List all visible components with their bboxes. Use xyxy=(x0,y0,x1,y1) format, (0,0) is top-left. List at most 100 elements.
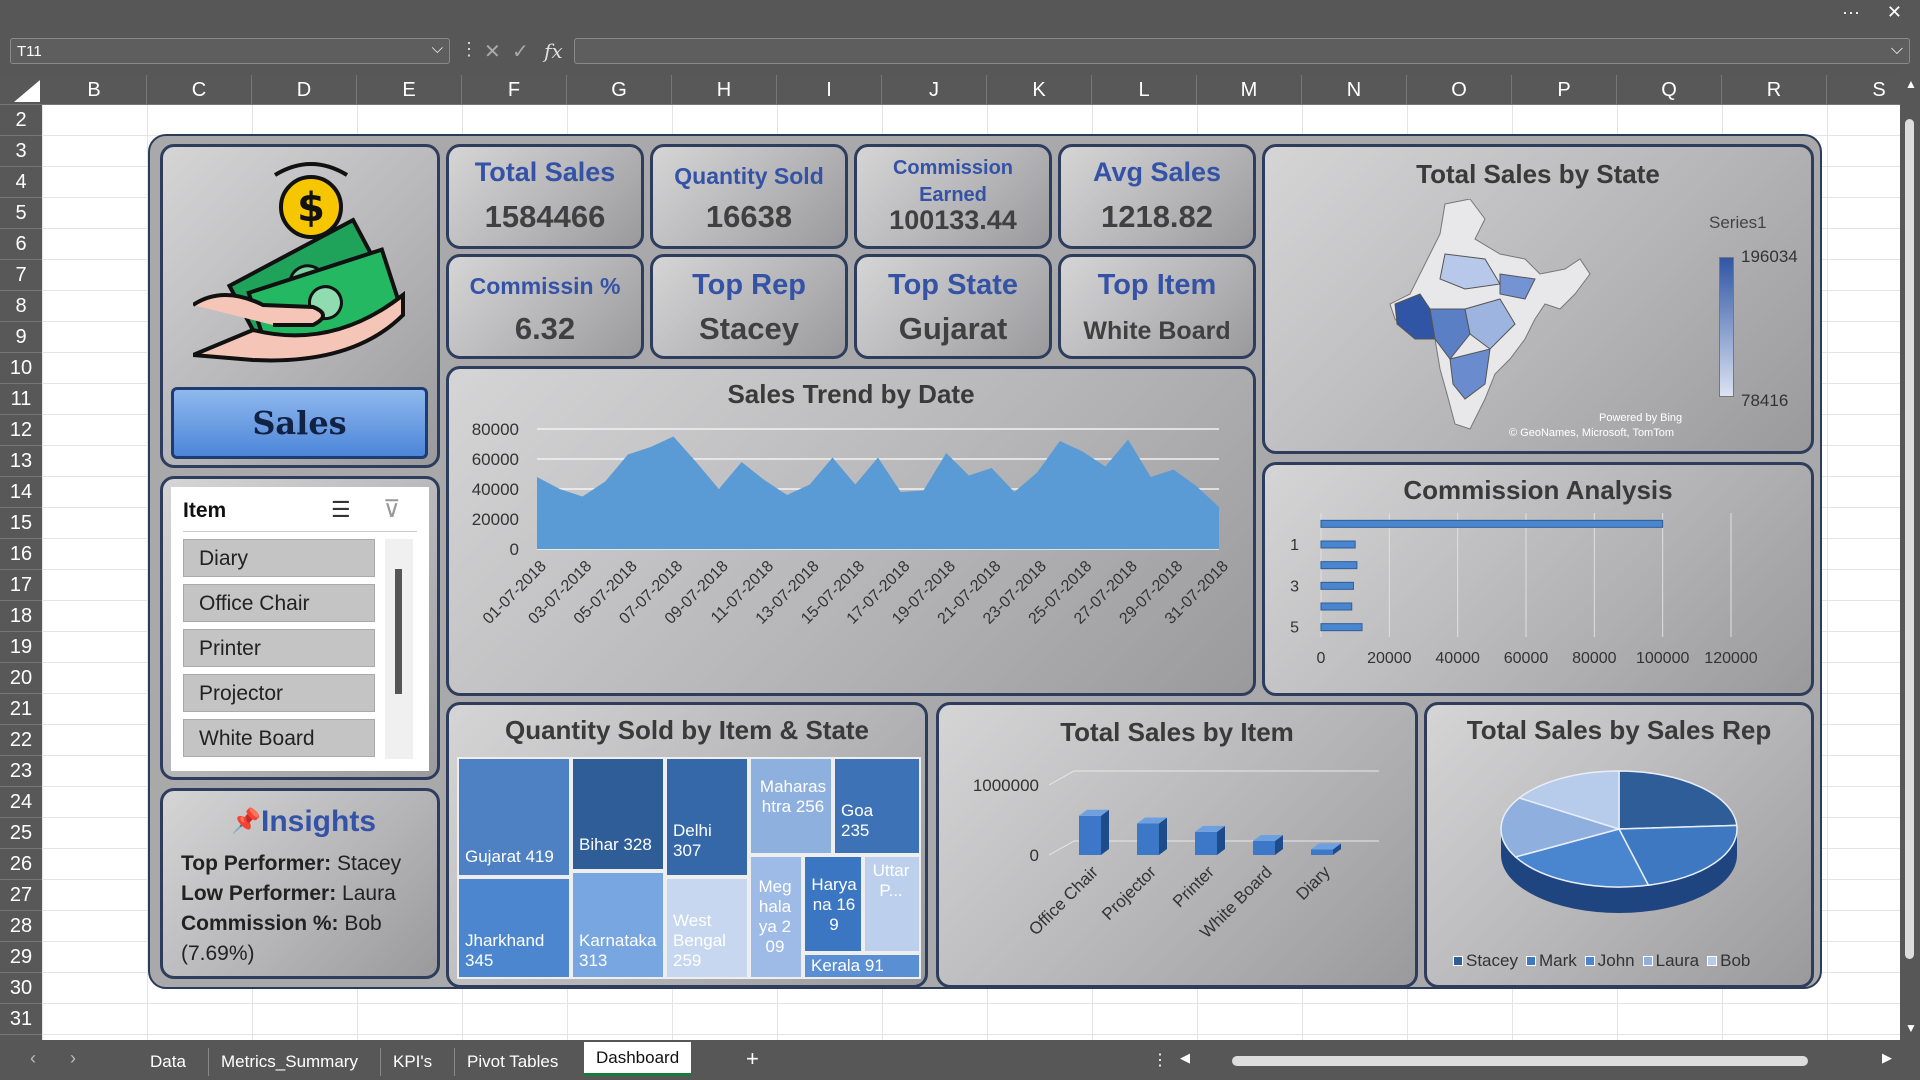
row-header[interactable]: 20 xyxy=(0,663,42,694)
pie-legend: Stacey Mark John Laura Bob xyxy=(1453,951,1793,971)
scroll-down-icon[interactable]: ▼ xyxy=(1905,1021,1917,1035)
slicer-item-projector[interactable]: Projector xyxy=(183,674,375,712)
prev-sheet-icon[interactable]: ‹ xyxy=(30,1048,36,1069)
tab-dashboard[interactable]: Dashboard xyxy=(584,1042,692,1076)
tab-kpis[interactable]: KPI's xyxy=(380,1048,444,1076)
row-header[interactable]: 11 xyxy=(0,384,42,415)
slicer-item-office-chair[interactable]: Office Chair xyxy=(183,584,375,622)
multi-select-icon[interactable]: ☰ xyxy=(331,497,351,523)
tab-data[interactable]: Data xyxy=(138,1048,198,1076)
add-sheet-icon[interactable]: + xyxy=(746,1046,759,1072)
legend-item: Mark xyxy=(1525,951,1577,970)
column-header[interactable]: B xyxy=(42,75,147,105)
row-header[interactable]: 14 xyxy=(0,477,42,508)
column-header[interactable]: E xyxy=(357,75,462,105)
column-header[interactable]: I xyxy=(777,75,882,105)
slicer-item-printer[interactable]: Printer xyxy=(183,629,375,667)
column-header[interactable]: G xyxy=(567,75,672,105)
cancel-icon[interactable]: ✕ xyxy=(484,39,501,64)
row-header[interactable]: 23 xyxy=(0,756,42,787)
column-header[interactable]: P xyxy=(1512,75,1617,105)
column-header[interactable]: M xyxy=(1197,75,1302,105)
row-header[interactable]: 24 xyxy=(0,787,42,818)
tab-metrics-summary[interactable]: Metrics_Summary xyxy=(208,1048,370,1076)
state-map-chart[interactable]: Total Sales by State Series1 196034 7841… xyxy=(1262,144,1814,454)
row-header[interactable]: 10 xyxy=(0,353,42,384)
row-header[interactable]: 8 xyxy=(0,291,42,322)
kebab-icon[interactable]: ⋮ xyxy=(1152,1050,1168,1070)
row-header[interactable]: 18 xyxy=(0,601,42,632)
chevron-down-icon[interactable]: ⌵ xyxy=(432,40,443,57)
row-header[interactable]: 2 xyxy=(0,105,42,136)
slicer-scrollbar[interactable] xyxy=(385,539,413,759)
column-header[interactable]: D xyxy=(252,75,357,105)
row-header[interactable]: 31 xyxy=(0,1004,42,1035)
column-header[interactable]: J xyxy=(882,75,987,105)
scroll-left-icon[interactable]: ◀ xyxy=(1180,1050,1190,1066)
tab-pivot-tables[interactable]: Pivot Tables xyxy=(454,1048,570,1076)
row-header[interactable]: 4 xyxy=(0,167,42,198)
more-icon[interactable]: ··· xyxy=(1842,2,1860,23)
scroll-up-icon[interactable]: ▲ xyxy=(1905,77,1917,91)
next-sheet-icon[interactable]: › xyxy=(70,1048,76,1069)
row-header[interactable]: 17 xyxy=(0,570,42,601)
vertical-scrollbar[interactable]: ▲ ▼ xyxy=(1900,75,1920,1040)
row-header[interactable]: 12 xyxy=(0,415,42,446)
treemap-area: Gujarat 419 Bihar 328 Delhi 307 Maharash… xyxy=(457,757,921,979)
vertical-scroll-thumb[interactable] xyxy=(1905,119,1914,959)
treemap-chart[interactable]: Quantity Sold by Item & State Gujarat 41… xyxy=(446,702,928,988)
column-header[interactable]: N xyxy=(1302,75,1407,105)
select-all-corner[interactable] xyxy=(14,80,40,102)
horizontal-scroll-thumb[interactable] xyxy=(1232,1056,1808,1066)
column-header[interactable]: C xyxy=(147,75,252,105)
row-header[interactable]: 9 xyxy=(0,322,42,353)
item-slicer[interactable]: Item ☰ ⊽ Diary Office Chair Printer Proj… xyxy=(171,487,429,771)
row-header[interactable]: 7 xyxy=(0,260,42,291)
row-header[interactable]: 15 xyxy=(0,508,42,539)
column-header[interactable]: K xyxy=(987,75,1092,105)
column-header[interactable]: R xyxy=(1722,75,1827,105)
row-header[interactable]: 21 xyxy=(0,694,42,725)
slicer-item-white-board[interactable]: White Board xyxy=(183,719,375,757)
treemap-cell: Kerala 91 xyxy=(803,953,921,979)
column-header[interactable]: L xyxy=(1092,75,1197,105)
dashboard-container: $ Sales Analytic Total Sales 1584466 Quan… xyxy=(148,134,1822,989)
enter-icon[interactable]: ✓ xyxy=(512,39,529,64)
sales-by-item-chart[interactable]: Total Sales by Item 1000000 0 Office Chair… xyxy=(936,702,1418,988)
row-header[interactable]: 5 xyxy=(0,198,42,229)
kpi-avg-sales: Avg Sales 1218.82 xyxy=(1058,144,1256,249)
scroll-right-icon[interactable]: ▶ xyxy=(1882,1050,1892,1066)
clear-filter-icon[interactable]: ⊽ xyxy=(383,495,401,524)
sales-trend-chart[interactable]: Sales Trend by Date 80000 60000 40000 20000… xyxy=(446,366,1256,696)
column-header[interactable]: F xyxy=(462,75,567,105)
formula-bar: T11 ⌵ ⋮ ✕ ✓ fx ⌵ xyxy=(0,27,1920,75)
close-icon[interactable]: ✕ xyxy=(1887,2,1902,23)
slicer-item-diary[interactable]: Diary xyxy=(183,539,375,577)
row-header[interactable]: 30 xyxy=(0,973,42,1004)
kebab-icon[interactable]: ⋮ xyxy=(460,39,478,60)
commission-chart[interactable]: Commission Analysis 0 20000 40000 60000 8000… xyxy=(1262,462,1814,696)
sales-by-rep-chart[interactable]: Total Sales by Sales Rep Stacey Mark John L… xyxy=(1424,702,1814,988)
chevron-down-icon[interactable]: ⌵ xyxy=(1891,41,1903,59)
row-header[interactable]: 27 xyxy=(0,880,42,911)
row-header[interactable]: 6 xyxy=(0,229,42,260)
row-header[interactable]: 13 xyxy=(0,446,42,477)
kpi-top-state: Top State Gujarat xyxy=(854,254,1052,359)
row-header[interactable]: 22 xyxy=(0,725,42,756)
row-header[interactable]: 3 xyxy=(0,136,42,167)
column-header[interactable]: O xyxy=(1407,75,1512,105)
row-header[interactable]: 26 xyxy=(0,849,42,880)
row-header[interactable]: 25 xyxy=(0,818,42,849)
row-header[interactable]: 28 xyxy=(0,911,42,942)
row-header[interactable]: 19 xyxy=(0,632,42,663)
name-box[interactable]: T11 ⌵ xyxy=(10,38,450,64)
row-header[interactable]: 29 xyxy=(0,942,42,973)
map-credit: Powered by Bing xyxy=(1599,412,1683,424)
slicer-scroll-thumb[interactable] xyxy=(395,569,402,694)
column-header[interactable]: Q xyxy=(1617,75,1722,105)
column-header[interactable]: H xyxy=(672,75,777,105)
row-header[interactable]: 16 xyxy=(0,539,42,570)
formula-input[interactable]: ⌵ xyxy=(574,38,1910,64)
function-icon[interactable]: fx xyxy=(544,39,563,63)
kpi-title: Top Item xyxy=(1097,269,1217,301)
